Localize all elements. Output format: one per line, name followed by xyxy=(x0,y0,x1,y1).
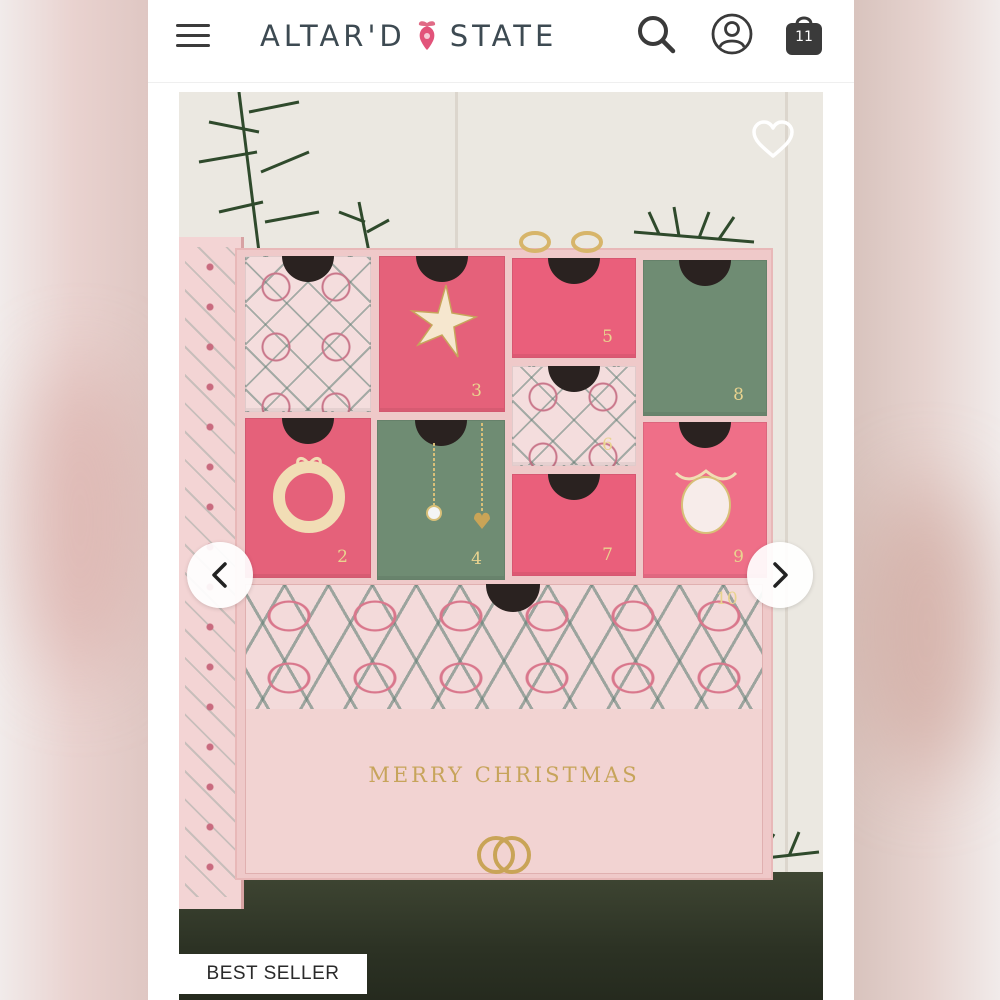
ornament-logo-icon xyxy=(418,21,435,50)
drawer-9: 9 xyxy=(643,422,767,578)
logo-text-right: STATE xyxy=(449,19,558,53)
drawer-3: 3 xyxy=(379,256,505,412)
backdrop-right xyxy=(852,0,1000,1000)
drawer-number: 5 xyxy=(602,327,613,347)
pine-branch-decoration xyxy=(633,206,755,244)
account-icon[interactable] xyxy=(710,12,754,56)
drawer-2: 2 xyxy=(245,418,371,578)
site-header: ALTAR'D STATE 11 xyxy=(148,0,854,83)
drawer-number: 10 xyxy=(716,589,738,609)
drawer-1 xyxy=(245,256,371,412)
prev-image-button[interactable] xyxy=(187,542,253,608)
chevron-left-icon xyxy=(212,562,227,588)
drawer-5: 5 xyxy=(512,258,636,358)
phone-screen: ALTAR'D STATE 11 3 5 8 6 2 4 7 9 10 MERR… xyxy=(148,0,854,1000)
rings-decoration xyxy=(519,231,603,253)
logo-text-left: ALTAR'D xyxy=(260,19,406,53)
heart-outline-icon[interactable] xyxy=(751,120,795,160)
drawer-number: 6 xyxy=(602,435,613,455)
backdrop-left xyxy=(0,0,148,1000)
chevron-right-icon xyxy=(773,562,788,588)
drawer-number: 9 xyxy=(733,547,744,567)
brand-logo[interactable]: ALTAR'D STATE xyxy=(260,16,557,56)
drawer-7: 7 xyxy=(512,474,636,576)
drawer-number: 4 xyxy=(471,549,482,569)
ornament-icon xyxy=(674,469,738,534)
merry-christmas-text: MERRY CHRISTMAS xyxy=(368,763,640,787)
star-icon xyxy=(409,284,478,358)
drawer-8: 8 xyxy=(643,260,767,416)
drawer-number: 3 xyxy=(471,381,482,401)
shopping-bag-button[interactable]: 11 xyxy=(782,12,826,56)
drawer-number: 8 xyxy=(733,385,744,405)
drawer-number: 2 xyxy=(337,547,348,567)
hamburger-menu-icon[interactable] xyxy=(176,21,212,51)
ring-pull-icon xyxy=(477,836,531,874)
next-image-button[interactable] xyxy=(747,542,813,608)
product-image[interactable]: 3 5 8 6 2 4 7 9 10 MERRY CHRISTMAS BEST … xyxy=(179,92,823,1000)
wreath-icon xyxy=(273,457,345,533)
drawer-number: 7 xyxy=(602,545,613,565)
cart-count-badge: 11 xyxy=(795,29,813,45)
best-seller-badge: BEST SELLER xyxy=(179,954,367,994)
drawer-4: 4 xyxy=(377,420,505,580)
drawer-10: 10 MERRY CHRISTMAS xyxy=(245,584,763,874)
search-icon[interactable] xyxy=(634,12,678,56)
necklace-icon xyxy=(426,423,490,529)
drawer-6: 6 xyxy=(512,366,636,466)
